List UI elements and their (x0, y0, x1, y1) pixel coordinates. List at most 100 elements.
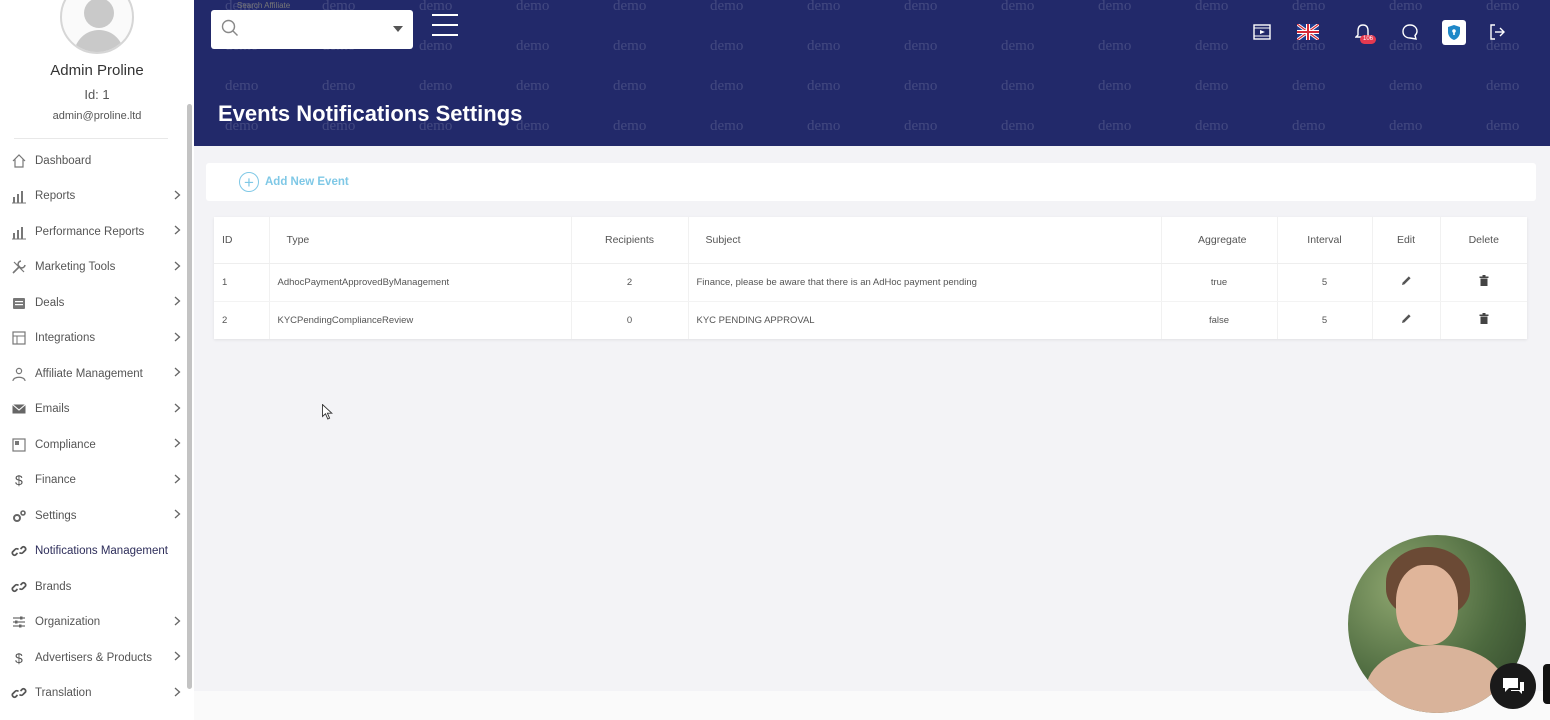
menu-toggle-icon[interactable] (432, 14, 458, 38)
search-label: Search Affiliate (237, 1, 291, 10)
sidebar-item-translation[interactable]: Translation (0, 676, 186, 712)
chevron-right-icon (172, 190, 182, 200)
chevron-right-icon (172, 616, 182, 626)
chevron-down-icon[interactable] (393, 26, 403, 32)
demo-watermark: demo (516, 78, 550, 94)
pencil-icon[interactable] (1401, 314, 1412, 327)
sidebar-item-label: Compliance (35, 438, 96, 451)
sidebar-item-compliance[interactable]: Compliance (0, 427, 186, 463)
sidebar-item-label: Marketing Tools (35, 261, 116, 274)
integrations-icon (10, 329, 28, 347)
live-chat-button[interactable] (1490, 663, 1536, 709)
table-row: 1 AdhocPaymentApprovedByManagement 2 Fin… (214, 263, 1527, 302)
col-header-interval[interactable]: Interval (1277, 217, 1373, 264)
col-header-id[interactable]: ID (214, 217, 270, 264)
trash-icon[interactable] (1479, 275, 1489, 289)
col-header-subject[interactable]: Subject (688, 217, 1162, 264)
demo-watermark: demo (1292, 0, 1326, 14)
cell-recipients: 0 (571, 301, 689, 339)
sidebar-item-affiliate-management[interactable]: Affiliate Management (0, 356, 186, 392)
link-icon (10, 542, 28, 560)
notification-count-badge: 106 (1360, 35, 1377, 44)
demo-watermark: demo (1486, 78, 1520, 94)
search-input[interactable] (245, 18, 385, 40)
demo-watermark: demo (1389, 0, 1423, 14)
demo-watermark: demo (1098, 0, 1132, 14)
user-name: Admin Proline (50, 62, 144, 79)
add-event-bar: + Add New Event (206, 163, 1536, 201)
logout-icon[interactable] (1486, 21, 1508, 43)
sidebar-item-integrations[interactable]: Integrations (0, 321, 186, 357)
deals-icon (10, 294, 28, 312)
sidebar-item-finance[interactable]: $ Finance (0, 463, 186, 499)
col-header-aggregate[interactable]: Aggregate (1161, 217, 1278, 264)
envelope-icon (10, 400, 28, 418)
sidebar-item-advertisers-and-products[interactable]: $ Advertisers & Products (0, 640, 186, 676)
chevron-right-icon (172, 687, 182, 697)
cell-id: 2 (214, 301, 270, 339)
edit-cell (1372, 301, 1441, 339)
page-title: Events Notifications Settings (218, 101, 523, 126)
tools-icon (10, 258, 28, 276)
demo-watermark: demo (1486, 0, 1520, 14)
demo-watermark: demo (419, 0, 453, 14)
sidebar-item-label: Settings (35, 509, 77, 522)
sidebar-item-deals[interactable]: Deals (0, 285, 186, 321)
link-icon (10, 684, 28, 702)
sidebar-nav: Dashboard Reports Performance Reports Marke… (0, 143, 186, 711)
demo-watermark: demo (1195, 118, 1229, 134)
chevron-right-icon (172, 651, 182, 661)
pencil-icon[interactable] (1401, 276, 1412, 289)
affiliate-search[interactable] (211, 10, 413, 49)
chevron-right-icon (172, 296, 182, 306)
sidebar-item-settings[interactable]: Settings (0, 498, 186, 534)
sidebar-item-label: Affiliate Management (35, 367, 143, 380)
chat-icon[interactable] (1399, 21, 1421, 43)
sidebar-item-brands[interactable]: Brands (0, 569, 186, 605)
demo-watermark: demo (1195, 38, 1229, 54)
sidebar-item-marketing-tools[interactable]: Marketing Tools (0, 250, 186, 286)
col-header-recipients[interactable]: Recipients (571, 217, 689, 264)
video-icon[interactable] (1251, 21, 1273, 43)
sidebar-item-label: Deals (35, 296, 65, 309)
demo-watermark: demo (322, 78, 356, 94)
demo-watermark: demo (1389, 118, 1423, 134)
gears-icon (10, 507, 28, 525)
edit-cell (1372, 263, 1441, 302)
chevron-right-icon (172, 261, 182, 271)
sidebar-divider (14, 138, 168, 139)
uk-flag-icon[interactable] (1297, 21, 1319, 43)
col-header-type[interactable]: Type (269, 217, 572, 264)
demo-watermark: demo (807, 118, 841, 134)
demo-watermark: demo (613, 38, 647, 54)
sidebar-item-organization[interactable]: Organization (0, 605, 186, 641)
demo-watermark: demo (516, 0, 550, 14)
sidebar-item-dashboard[interactable]: Dashboard (0, 143, 186, 179)
user-email: admin@proline.ltd (52, 110, 142, 122)
sidebar-item-label: Performance Reports (35, 225, 145, 238)
col-header-delete: Delete (1440, 217, 1527, 264)
sidebar-item-notifications-management[interactable]: Notifications Management (0, 534, 186, 570)
sidebar-scrollbar[interactable] (187, 104, 192, 689)
shield-icon[interactable] (1442, 20, 1466, 45)
add-circle-icon[interactable]: + (239, 172, 259, 192)
cell-interval: 5 (1277, 301, 1373, 339)
demo-watermark: demo (1098, 78, 1132, 94)
sidebar-item-reports[interactable]: Reports (0, 179, 186, 215)
demo-watermark: demo (807, 78, 841, 94)
sliders-icon (10, 613, 28, 631)
sidebar-item-label: Advertisers & Products (35, 651, 152, 664)
trash-icon[interactable] (1479, 313, 1489, 327)
demo-watermark: demo (1001, 78, 1035, 94)
sidebar-item-label: Brands (35, 580, 72, 593)
table-header-row: ID Type Recipients Subject Aggregate Int… (214, 217, 1527, 264)
chevron-right-icon (172, 367, 182, 377)
demo-watermark: demo (710, 38, 744, 54)
demo-watermark: demo (613, 78, 647, 94)
sidebar-item-emails[interactable]: Emails (0, 392, 186, 428)
add-new-event-button[interactable]: Add New Event (265, 176, 349, 188)
cell-subject: Finance, please be aware that there is a… (688, 263, 1162, 302)
sidebar-item-performance-reports[interactable]: Performance Reports (0, 214, 186, 250)
avatar[interactable] (60, 0, 134, 54)
cell-type: KYCPendingComplianceReview (269, 301, 572, 339)
